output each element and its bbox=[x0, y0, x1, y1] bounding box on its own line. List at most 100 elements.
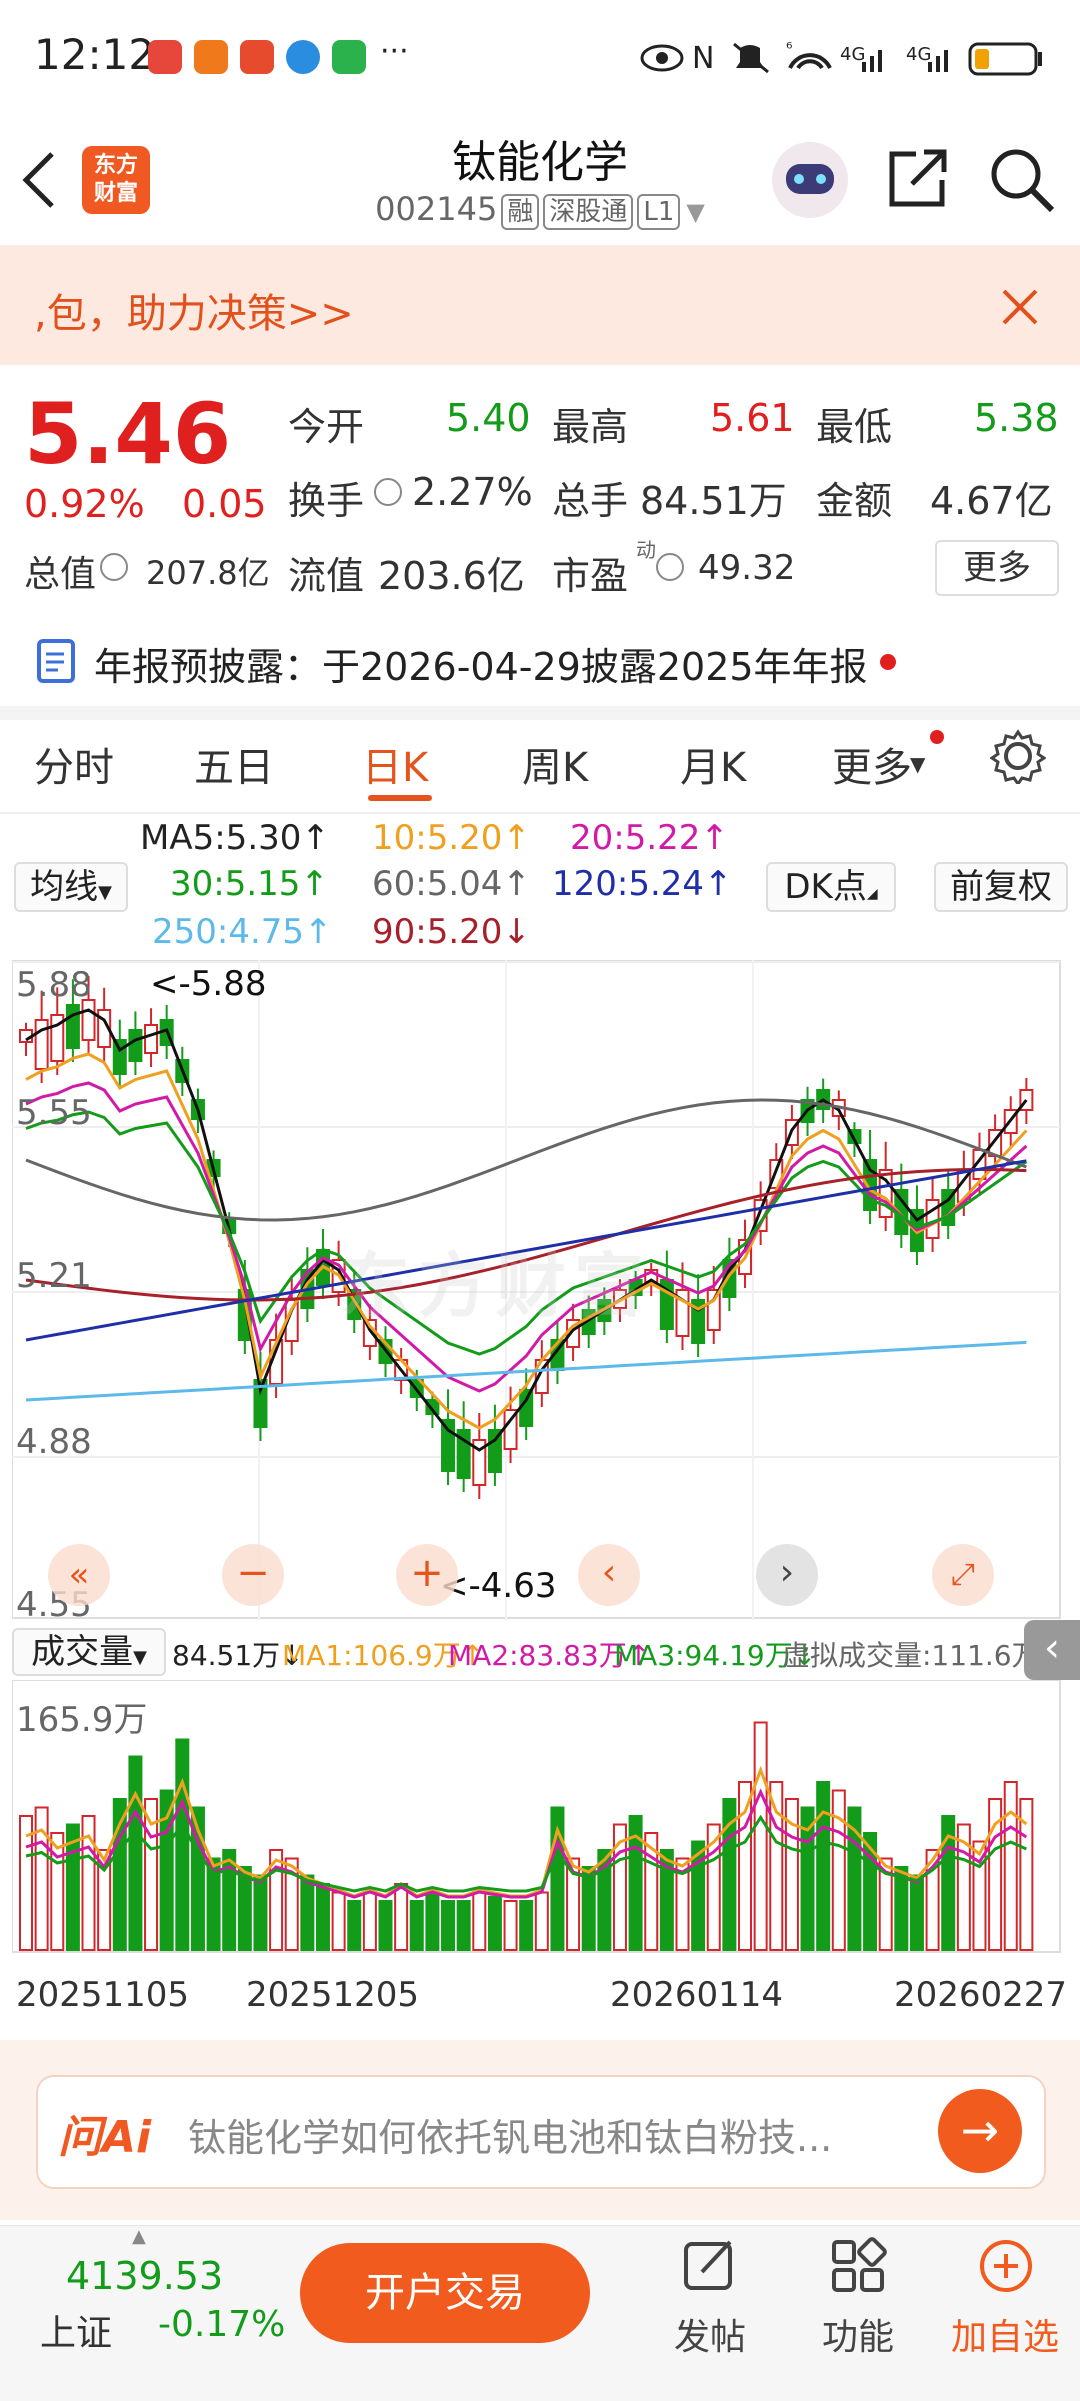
virtual-volume: 虚拟成交量:111.6万 bbox=[782, 1639, 1040, 1672]
ai-send-icon[interactable]: → bbox=[938, 2089, 1022, 2173]
volume-bar bbox=[534, 1891, 549, 1951]
volume-bar bbox=[1003, 1781, 1018, 1951]
app-notification-icon bbox=[240, 40, 274, 74]
volume-bar bbox=[456, 1900, 471, 1951]
volume-bar bbox=[816, 1781, 831, 1951]
pe-dynamic-mark: 动 bbox=[636, 538, 656, 562]
volume-bar bbox=[753, 1721, 768, 1951]
zoom-out-far-icon[interactable]: « bbox=[48, 1544, 110, 1606]
tab-intraday[interactable]: 分时 bbox=[34, 735, 114, 793]
info-icon[interactable] bbox=[656, 553, 684, 581]
move-right-icon[interactable]: › bbox=[756, 1544, 818, 1606]
network-type-label: 4G bbox=[840, 44, 865, 65]
new-dot bbox=[930, 730, 944, 744]
status-bar: 12:12 ··· N ⁶ 4G 4G bbox=[0, 0, 1080, 110]
divider bbox=[0, 812, 1080, 814]
price-axis-label: 5.21 bbox=[16, 1256, 92, 1296]
change-percent: 0.92% bbox=[24, 482, 145, 526]
mktcap-label: 总值 bbox=[24, 554, 97, 595]
ma60-value: 60:5.04↑ bbox=[372, 864, 531, 904]
status-time: 12:12 bbox=[34, 30, 156, 79]
volume-chart[interactable] bbox=[12, 1680, 1068, 1960]
high-label: 最高 bbox=[552, 405, 629, 449]
search-icon[interactable] bbox=[988, 146, 1058, 216]
index-value[interactable]: 4139.53 bbox=[66, 2254, 223, 2298]
ma-selector[interactable]: 均线▼ bbox=[14, 862, 128, 912]
float-value: 203.6亿 bbox=[378, 554, 525, 598]
stock-header: 东方 财富 钛能化学 002145 融深股通 L1 ▼ bbox=[0, 110, 1080, 245]
adjust-type-button[interactable]: 前复权 bbox=[934, 862, 1068, 912]
turnover-value: 2.27% bbox=[412, 470, 533, 514]
index-name[interactable]: 上证 bbox=[40, 2304, 112, 2356]
dk-label: DK点 bbox=[784, 867, 867, 907]
more-quote-button[interactable]: 更多 bbox=[935, 540, 1059, 596]
volume-max-label: 165.9万 bbox=[16, 1700, 148, 1740]
volume-bar bbox=[347, 1900, 362, 1951]
tab-daily-k[interactable]: 日K bbox=[362, 735, 428, 793]
share-icon[interactable] bbox=[886, 146, 950, 210]
functions-label[interactable]: 功能 bbox=[803, 2308, 913, 2360]
info-icon[interactable] bbox=[100, 553, 128, 581]
post-label[interactable]: 发帖 bbox=[655, 2308, 765, 2360]
indicator-selector-label: 成交量 bbox=[31, 1632, 134, 1672]
dropdown-icon: ▼ bbox=[686, 198, 705, 226]
tab-weekly-k[interactable]: 周K bbox=[522, 735, 588, 793]
promo-banner[interactable]: ,包，助力决策>> bbox=[0, 245, 1080, 365]
open-label: 今开 bbox=[288, 405, 365, 449]
ma20-value: 20:5.22↑ bbox=[570, 818, 729, 858]
close-icon[interactable] bbox=[1000, 287, 1040, 327]
add-watchlist-icon[interactable] bbox=[976, 2236, 1036, 2296]
zoom-out-icon[interactable]: − bbox=[222, 1544, 284, 1606]
open-account-trade-button[interactable]: 开户交易 bbox=[300, 2243, 590, 2343]
post-edit-icon[interactable] bbox=[680, 2236, 740, 2296]
tab-five-day[interactable]: 五日 bbox=[194, 735, 274, 793]
notice-text: 年报预披露：于2026-04-29披露2025年年报 bbox=[94, 645, 868, 689]
app-notification-icon bbox=[148, 40, 182, 74]
network-type-label: ⁶ bbox=[786, 39, 792, 58]
annual-report-notice[interactable]: 年报预披露：于2026-04-29披露2025年年报 bbox=[0, 620, 1080, 710]
candle bbox=[144, 1024, 159, 1054]
volume-bar bbox=[503, 1900, 518, 1951]
date-label: 20260114 bbox=[610, 1975, 784, 2015]
mktcap-value: 207.8亿 bbox=[146, 554, 270, 592]
tab-more[interactable]: 更多 bbox=[832, 735, 912, 793]
add-watchlist-label[interactable]: 加自选 bbox=[950, 2308, 1060, 2360]
volume-bar bbox=[831, 1789, 846, 1951]
functions-grid-icon[interactable] bbox=[828, 2236, 888, 2296]
unread-dot bbox=[880, 654, 896, 670]
ai-robot-icon[interactable] bbox=[772, 142, 848, 218]
ai-question-box[interactable]: 问Ai 钛能化学如何依托钒电池和钛白粉技... → bbox=[36, 2075, 1046, 2189]
high-marker: <-5.88 bbox=[150, 964, 267, 1004]
price-axis-label: 5.55 bbox=[16, 1093, 92, 1133]
high-value: 5.61 bbox=[710, 396, 795, 440]
float-label: 流值 bbox=[288, 554, 365, 598]
volume-bar bbox=[769, 1781, 784, 1951]
pe-label: 市盈 bbox=[552, 554, 629, 598]
dropdown-icon: ▼ bbox=[910, 752, 926, 776]
indicator-selector[interactable]: 成交量▼ bbox=[12, 1628, 166, 1676]
expand-icon[interactable]: ▲ bbox=[132, 2226, 146, 2247]
index-change[interactable]: -0.17% bbox=[158, 2304, 285, 2345]
volume-bar bbox=[253, 1874, 268, 1951]
volume-bar bbox=[128, 1755, 143, 1951]
volume-label: 总手 bbox=[552, 479, 629, 523]
level-tag: L1 bbox=[637, 194, 681, 230]
network-type-label: 4G bbox=[906, 44, 931, 65]
settings-gear-icon[interactable] bbox=[990, 728, 1046, 784]
info-icon[interactable] bbox=[374, 478, 402, 506]
corner-arrow-icon: ◢ bbox=[866, 886, 878, 902]
price-axis-label: 5.88 bbox=[16, 965, 92, 1005]
divider bbox=[0, 706, 1080, 720]
pe-value: 49.32 bbox=[698, 548, 796, 588]
date-label: 20251205 bbox=[246, 1975, 420, 2015]
collapse-panel-icon[interactable]: ‹ bbox=[1024, 1620, 1080, 1680]
zoom-in-icon[interactable]: + bbox=[396, 1544, 458, 1606]
ma250-value: 250:4.75↑ bbox=[152, 912, 333, 952]
dk-point-button[interactable]: DK点◢ bbox=[766, 862, 896, 912]
stock-code: 002145 bbox=[375, 190, 498, 228]
ma5-value: MA5:5.30↑ bbox=[140, 818, 330, 858]
active-tab-indicator bbox=[368, 795, 432, 801]
move-left-icon[interactable]: ‹ bbox=[578, 1544, 640, 1606]
fullscreen-icon[interactable]: ⤢ bbox=[932, 1544, 994, 1606]
tab-monthly-k[interactable]: 月K bbox=[680, 735, 746, 793]
